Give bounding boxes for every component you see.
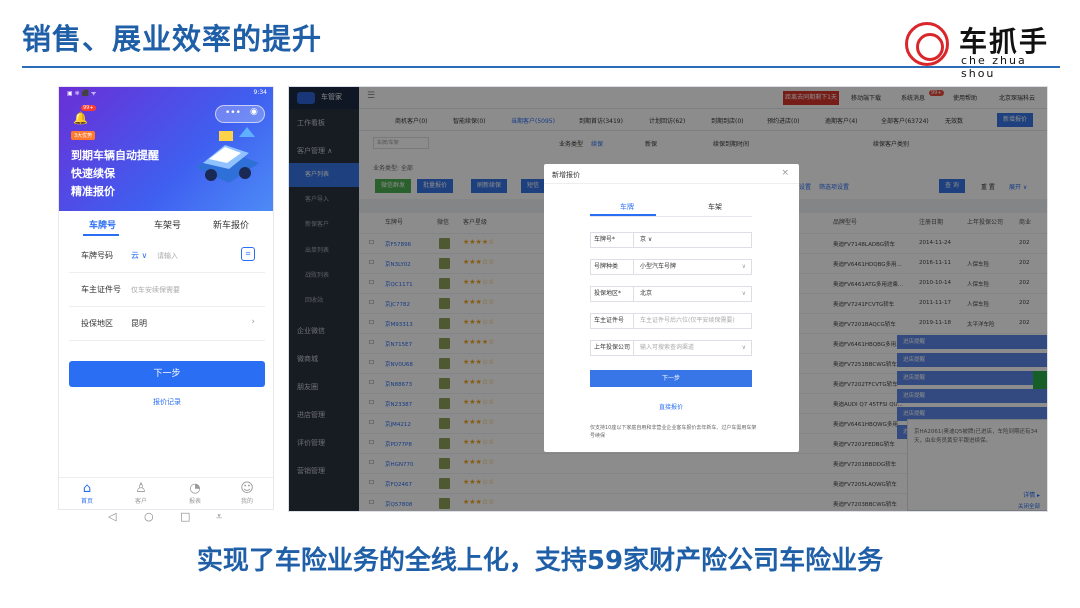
plate-number-label: 车牌号码 [81,251,113,260]
modal-field-value: 京 ∨ [640,236,653,243]
modal-title: 新增报价 [552,171,580,179]
modal-field-label: 号牌种类 [590,259,634,275]
brand-logo: 车抓手 che zhua shou [905,20,1065,80]
close-target-icon[interactable]: ◉ [250,107,258,117]
chevron-down-icon: ∨ [741,344,746,351]
bottom-nav: ⌂ 首页 ♙ 客户 ◔ 报表 ☺ 我的 [59,477,273,509]
pie-chart-icon: ◔ [189,481,201,496]
car-illustration-icon [195,127,259,183]
slide-title: 销售、展业效率的提升 [22,22,323,56]
mobile-app-screen: ▣ ❈ ⬛ ᯤ 9:34 🔔 99+ ••• ◉ 3大优势 到期车辆自动提醒 快… [58,86,274,510]
person-icon: ♙ [135,481,147,496]
add-quote-modal: 新增报价 × 车牌 车架 车牌号* 京 ∨ 号牌种类 小型汽车号牌 ∨ 投保地区* 北京 ∨ 车… [544,164,799,452]
scan-icon[interactable]: ⌗ [241,247,255,261]
modal-tab-plate[interactable]: 车牌 [620,202,634,212]
slide-footer: 实现了车险业务的全线上化，支持59家财产险公司车险业务 [196,546,884,576]
banner-line-1: 到期车辆自动提醒 [71,149,159,162]
chevron-right-icon: › [251,317,255,327]
owner-id-input[interactable]: 仅车安续保需要 [131,285,180,295]
nav-home[interactable]: ⌂ 首页 [67,481,107,506]
modal-field-input[interactable]: 小型汽车号牌 ∨ [634,259,752,275]
modal-field-input[interactable]: 北京 ∨ [634,286,752,302]
mini-program-capsule[interactable]: ••• ◉ [215,105,265,123]
modal-field-value: 小型汽车号牌 [640,263,677,270]
insured-region-value: 昆明 [131,319,147,328]
plate-prefix-select[interactable]: 云 ∨ [131,250,147,261]
nav-reports[interactable]: ◔ 报表 [175,481,215,506]
modal-next-button[interactable]: 下一步 [590,370,752,387]
nav-customers-label: 客户 [134,498,147,505]
status-icons-left: ▣ ❈ ⬛ ᯤ [67,90,97,97]
modal-note: 仅支持10座以下家庭自用和非营业企业客车报价去年新车、过户车需用车架号续保 [590,425,757,439]
more-icon[interactable]: ••• [225,108,241,118]
logo-ring-icon [905,22,949,66]
insured-region-label: 投保地区 [81,319,113,328]
modal-tab-vin[interactable]: 车架 [708,202,722,212]
modal-field-label: 上年投保公司 [590,340,634,356]
mobile-tabs: 车牌号 车架号 新车报价 [59,211,273,237]
modal-tab-line [590,216,752,217]
owner-id-label: 车主证件号 [81,285,121,294]
modal-field-value: 输入可搜索查询渠道 [640,344,695,351]
modal-field-label: 车主证件号 [590,313,634,329]
chevron-down-icon: ∨ [741,263,746,270]
close-icon[interactable]: × [781,168,789,178]
home-icon: ⌂ [82,481,92,496]
banner-tag: 3大优势 [71,131,96,140]
nav-me-label: 我的 [240,498,253,505]
modal-field-input[interactable]: 京 ∨ [634,232,752,248]
tab-plate[interactable]: 车牌号 [89,218,116,231]
banner-line-2: 快速续保 [71,167,115,180]
bell-icon[interactable]: 🔔 [73,111,88,125]
mobile-banner: ▣ ❈ ⬛ ᯤ 9:34 🔔 99+ ••• ◉ 3大优势 到期车辆自动提醒 快… [59,87,273,211]
menu-key-icon[interactable]: ⩡ [216,510,222,524]
modal-tab-underline [590,214,656,216]
logo-sub: che zhua shou [961,54,1027,80]
modal-field-label: 投保地区* [590,286,634,302]
profile-icon: ☺ [240,481,254,496]
status-time: 9:34 [253,89,267,96]
recent-key-icon[interactable]: □ [180,510,190,523]
tab-underline [83,234,119,236]
modal-field-input[interactable]: 输入可搜索查询渠道 ∨ [634,340,752,356]
modal-header: 新增报价 × [544,164,799,184]
insured-region-row[interactable]: 投保地区 昆明 › [69,307,265,341]
android-nav-keys: ◁ ○ □ ⩡ [58,510,274,528]
modal-field-value: 北京 [640,290,653,297]
nav-reports-label: 报表 [188,498,201,505]
nav-me[interactable]: ☺ 我的 [227,481,267,506]
next-button[interactable]: 下一步 [69,361,265,387]
plate-number-input[interactable]: 请输入 [157,251,178,261]
home-key-icon[interactable]: ○ [144,510,154,523]
owner-id-row[interactable]: 车主证件号 仅车安续保需要 [69,273,265,307]
modal-field-input[interactable]: 车主证件号后六位(仅平安续保需要) [634,313,752,329]
nav-home-label: 首页 [80,498,93,505]
quote-record-link[interactable]: 报价记录 [59,397,273,407]
tab-vin[interactable]: 车架号 [154,218,181,231]
banner-line-3: 精准报价 [71,185,115,198]
chevron-down-icon: ∨ [741,290,746,297]
direct-quote-link[interactable]: 直接报价 [590,402,752,411]
tab-new-car-quote[interactable]: 新车报价 [213,218,249,231]
back-key-icon[interactable]: ◁ [108,510,116,523]
plate-number-row[interactable]: 车牌号码 云 ∨ 请输入 ⌗ [69,239,265,273]
notification-badge: 99+ [81,105,96,111]
modal-field-label: 车牌号* [590,232,634,248]
nav-customers[interactable]: ♙ 客户 [121,481,161,506]
modal-field-value: 车主证件号后六位(仅平安续保需要) [640,317,735,324]
